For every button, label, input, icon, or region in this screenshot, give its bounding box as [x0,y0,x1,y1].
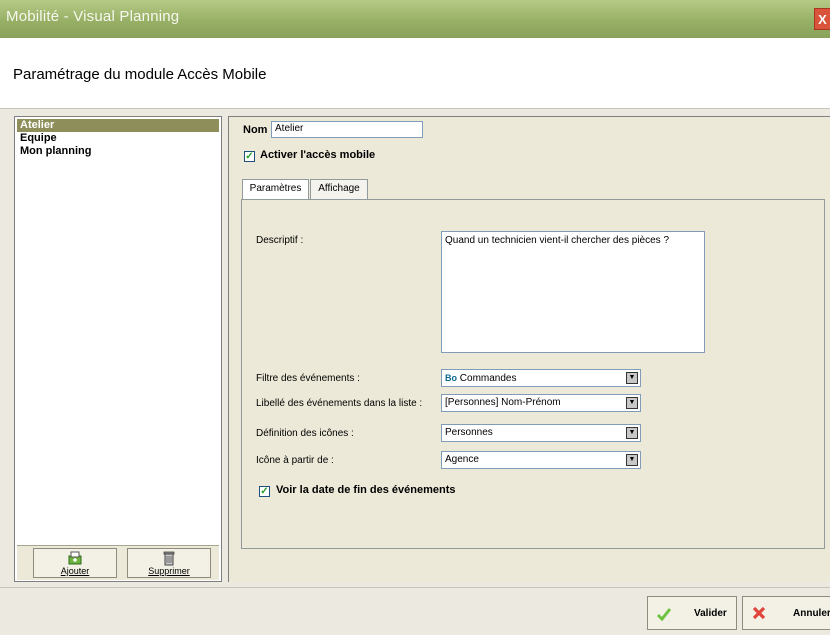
bo-icon: Bo [445,373,457,383]
list-item-mon-planning[interactable]: Mon planning [17,145,219,158]
activate-mobile-label: Activer l'accès mobile [260,149,376,161]
icon-from-select[interactable]: Agence ▼ [441,451,641,469]
description-label: Descriptif : [256,235,304,246]
icons-definition-select-value: Personnes [445,427,493,438]
window-title-bar: Mobilité - Visual Planning X [0,0,830,38]
validate-button[interactable]: Valider [647,596,737,630]
cancel-button[interactable]: Annuler [742,596,830,630]
module-list: Atelier Equipe Mon planning [17,119,219,543]
delete-button-label: Supprimer [148,566,190,576]
event-label-select-value: [Personnes] Nom-Prénom [445,397,561,408]
trash-icon [163,551,175,566]
name-input[interactable]: Atelier [271,121,423,138]
icon-from-label: Icône à partir de : [256,455,334,466]
name-label: Nom [243,124,268,136]
module-list-panel: Atelier Equipe Mon planning Ajouter Supp… [14,116,222,582]
window-title: Mobilité - Visual Planning [6,8,180,25]
event-label-label: Libellé des événements dans la liste : [256,398,423,409]
tab-affichage[interactable]: Affichage [310,179,368,199]
list-item-equipe[interactable]: Equipe [17,132,219,145]
chevron-down-icon[interactable]: ▼ [626,427,638,439]
chevron-down-icon[interactable]: ▼ [626,397,638,409]
add-button[interactable]: Ajouter [33,548,117,578]
close-button[interactable]: X [814,8,830,30]
show-end-date-checkbox[interactable]: ✓ [259,486,270,497]
close-icon: X [818,12,827,27]
chevron-down-icon[interactable]: ▼ [626,372,638,384]
list-button-bar: Ajouter Supprimer [17,545,219,580]
activate-mobile-checkbox[interactable]: ✓ [244,151,255,162]
show-end-date-label: Voir la date de fin des événements [276,484,456,496]
page-title: Paramétrage du module Accès Mobile [13,66,267,83]
chevron-down-icon[interactable]: ▼ [626,454,638,466]
add-icon [68,551,82,565]
cancel-button-label: Annuler [793,608,830,619]
tab-parametres[interactable]: Paramètres [242,179,309,200]
validate-button-label: Valider [694,608,727,619]
event-label-select[interactable]: [Personnes] Nom-Prénom ▼ [441,394,641,412]
icons-definition-label: Définition des icônes : [256,428,354,439]
checkmark-icon [656,608,672,622]
filter-label: Filtre des événements : [256,373,360,384]
filter-select[interactable]: Bo Commandes ▼ [441,369,641,387]
icons-definition-select[interactable]: Personnes ▼ [441,424,641,442]
delete-button[interactable]: Supprimer [127,548,211,578]
icon-from-select-value: Agence [445,454,479,465]
filter-select-value: Commandes [459,373,517,384]
footer-bar: Valider Annuler [0,587,830,635]
list-item-atelier[interactable]: Atelier [17,119,219,132]
description-textarea[interactable]: Quand un technicien vient-il chercher de… [441,231,705,353]
cross-icon [752,606,766,620]
add-button-label: Ajouter [60,566,90,576]
page-header: Paramétrage du module Accès Mobile [0,38,830,109]
